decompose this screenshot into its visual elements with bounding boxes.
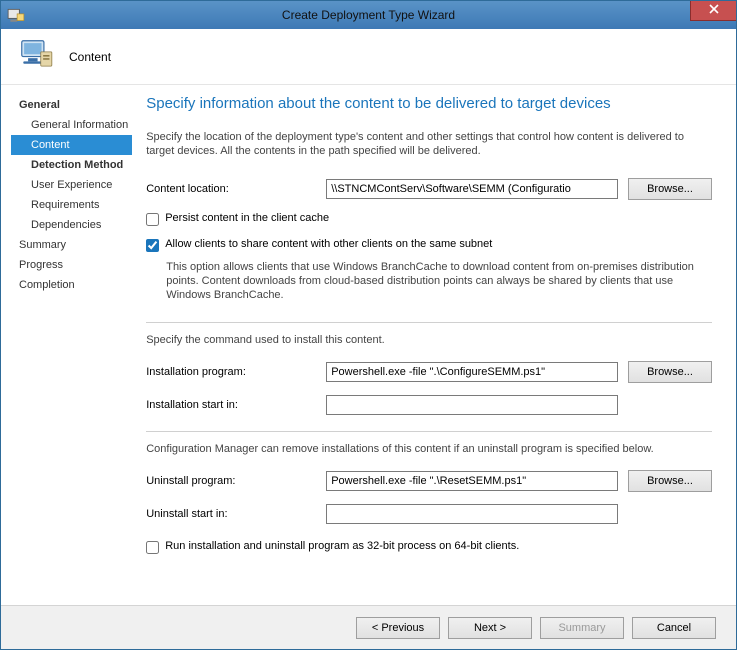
uninstall-start-row: Uninstall start in: bbox=[146, 504, 712, 524]
wizard-window: Create Deployment Type Wizard Content G bbox=[0, 0, 737, 650]
persist-content-label: Persist content in the client cache bbox=[165, 212, 712, 224]
content-location-input[interactable] bbox=[326, 179, 618, 199]
run-32bit-label: Run installation and uninstall program a… bbox=[165, 540, 712, 552]
separator-1 bbox=[146, 322, 712, 323]
page-title: Content bbox=[69, 50, 111, 64]
nav-general[interactable]: General bbox=[11, 95, 132, 115]
separator-2 bbox=[146, 431, 712, 432]
wizard-nav: General General Information Content Dete… bbox=[1, 85, 134, 605]
branchcache-help: This option allows clients that use Wind… bbox=[166, 260, 712, 302]
page-description: Specify the location of the deployment t… bbox=[146, 130, 712, 158]
cancel-button[interactable]: Cancel bbox=[632, 617, 716, 639]
content-location-row: Content location: Browse... bbox=[146, 178, 712, 200]
install-program-row: Installation program: Browse... bbox=[146, 361, 712, 383]
install-start-label: Installation start in: bbox=[146, 399, 316, 411]
wizard-footer: < Previous Next > Summary Cancel bbox=[1, 605, 736, 649]
next-button[interactable]: Next > bbox=[448, 617, 532, 639]
computer-icon bbox=[17, 36, 55, 77]
content-location-label: Content location: bbox=[146, 183, 316, 195]
uninstall-program-input[interactable] bbox=[326, 471, 618, 491]
wizard-body: General General Information Content Dete… bbox=[1, 85, 736, 605]
close-button[interactable] bbox=[690, 1, 736, 21]
allow-share-label: Allow clients to share content with othe… bbox=[165, 238, 712, 250]
install-start-row: Installation start in: bbox=[146, 395, 712, 415]
nav-user-experience[interactable]: User Experience bbox=[11, 175, 132, 195]
nav-progress[interactable]: Progress bbox=[11, 255, 132, 275]
uninstall-start-label: Uninstall start in: bbox=[146, 508, 316, 520]
uninstall-start-input[interactable] bbox=[326, 504, 618, 524]
browse-uninstall-program-button[interactable]: Browse... bbox=[628, 470, 712, 492]
titlebar: Create Deployment Type Wizard bbox=[1, 1, 736, 29]
summary-button: Summary bbox=[540, 617, 624, 639]
browse-install-program-button[interactable]: Browse... bbox=[628, 361, 712, 383]
wizard-header: Content bbox=[1, 29, 736, 85]
uninstall-note: Configuration Manager can remove install… bbox=[146, 442, 712, 456]
close-icon bbox=[709, 4, 719, 17]
main-pane: Specify information about the content to… bbox=[134, 85, 736, 605]
install-program-input[interactable] bbox=[326, 362, 618, 382]
run-32bit-checkbox[interactable] bbox=[146, 541, 159, 554]
install-start-input[interactable] bbox=[326, 395, 618, 415]
nav-general-information[interactable]: General Information bbox=[11, 115, 132, 135]
page-heading: Specify information about the content to… bbox=[146, 95, 712, 112]
window-title: Create Deployment Type Wizard bbox=[1, 8, 736, 22]
nav-content[interactable]: Content bbox=[11, 135, 132, 155]
browse-content-location-button[interactable]: Browse... bbox=[628, 178, 712, 200]
install-program-label: Installation program: bbox=[146, 366, 316, 378]
nav-completion[interactable]: Completion bbox=[11, 275, 132, 295]
uninstall-program-label: Uninstall program: bbox=[146, 475, 316, 487]
nav-summary[interactable]: Summary bbox=[11, 235, 132, 255]
install-section-label: Specify the command used to install this… bbox=[146, 333, 712, 347]
nav-detection-method[interactable]: Detection Method bbox=[11, 155, 132, 175]
uninstall-program-row: Uninstall program: Browse... bbox=[146, 470, 712, 492]
allow-share-checkbox[interactable] bbox=[146, 239, 159, 252]
nav-dependencies[interactable]: Dependencies bbox=[11, 215, 132, 235]
nav-requirements[interactable]: Requirements bbox=[11, 195, 132, 215]
previous-button[interactable]: < Previous bbox=[356, 617, 440, 639]
persist-content-checkbox[interactable] bbox=[146, 213, 159, 226]
